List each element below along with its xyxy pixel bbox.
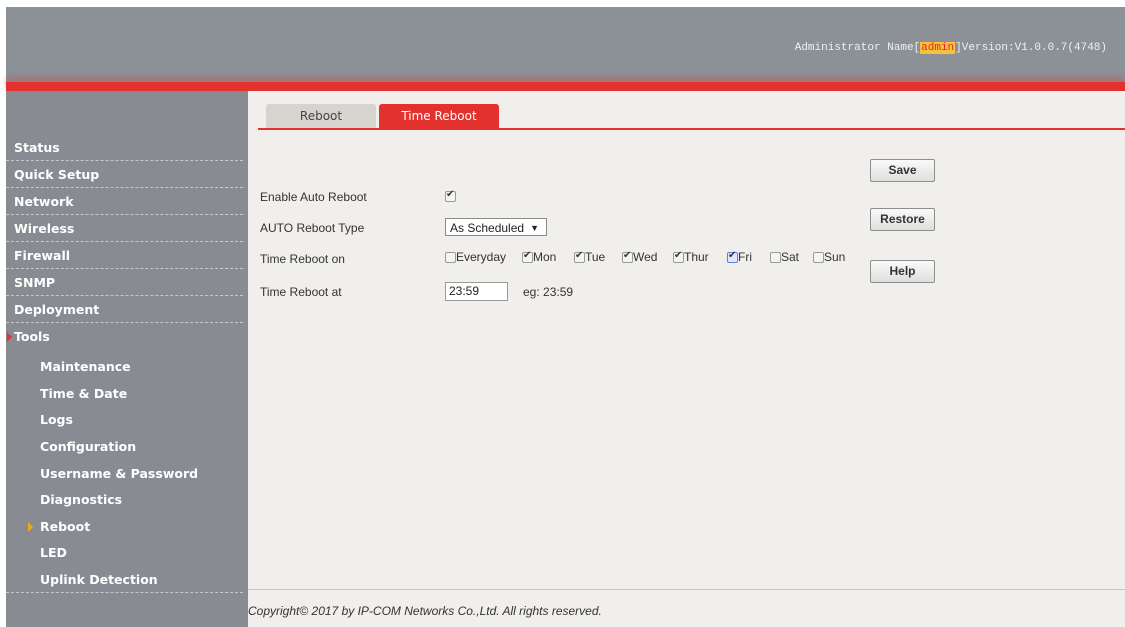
sidebar-item-label: Status [14,140,60,155]
day-label: Tue [585,250,606,264]
sidebar-item-label: Diagnostics [40,492,123,507]
sidebar-item-label: Uplink Detection [40,572,158,587]
day-sat[interactable]: Sat [770,250,799,264]
sidebar-subitem-username-password[interactable]: Username & Password [6,461,243,487]
reboot-on-label: Time Reboot on [260,252,345,266]
day-wed[interactable]: Wed [622,250,657,264]
restore-button[interactable]: Restore [870,208,935,231]
day-label: Fri [738,250,752,264]
day-label: Sat [781,250,800,264]
admin-prefix: Administrator Name[ [794,42,921,54]
main-content: Reboot Time Reboot Enable Auto Reboot AU… [248,91,1125,589]
sidebar-subitem-configuration[interactable]: Configuration [6,434,243,460]
footer: Copyright© 2017 by IP-COM Networks Co.,L… [248,590,1125,627]
day-mon[interactable]: Mon [522,250,556,264]
enable-auto-reboot-label: Enable Auto Reboot [260,190,367,204]
sidebar-item-label: Username & Password [40,466,199,481]
sun-checkbox[interactable] [813,252,824,263]
sidebar-item-label: Wireless [14,221,75,236]
sidebar-item-label: Time & Date [40,386,128,401]
copyright-text: Copyright© 2017 by IP-COM Networks Co.,L… [248,604,602,618]
thur-checkbox[interactable] [673,250,684,263]
sidebar-item-label: LED [40,545,67,560]
version-text: ]Version:V1.0.0.7(4748) [955,42,1107,54]
sidebar-item-network[interactable]: Network [6,189,243,215]
sidebar-subitem-maintenance[interactable]: Maintenance [6,354,243,380]
tab-underline [258,128,1125,130]
sidebar-subitem-led[interactable]: LED [6,540,243,566]
sat-checkbox[interactable] [770,252,781,263]
tue-checkbox[interactable] [574,250,585,263]
wed-checkbox[interactable] [622,250,633,263]
sidebar-subitem-diagnostics[interactable]: Diagnostics [6,487,243,513]
sidebar-subitem-time-date[interactable]: Time & Date [6,381,243,407]
header-info: Administrator Name[admin]Version:V1.0.0.… [795,42,1107,54]
active-arrow-icon [28,522,33,532]
sidebar-item-deployment[interactable]: Deployment [6,297,243,323]
header-accent-bar [6,82,1125,91]
day-label: Everyday [456,250,507,264]
day-label: Sun [824,250,846,264]
sidebar-item-label: Network [14,194,74,209]
sidebar-item-tools[interactable]: Tools [6,324,243,350]
sidebar-subitem-logs[interactable]: Logs [6,407,243,433]
reboot-time-input[interactable]: 23:59 [445,282,508,301]
day-tue[interactable]: Tue [574,250,605,264]
mon-checkbox[interactable] [522,250,533,263]
day-sun[interactable]: Sun [813,250,845,264]
tab-reboot[interactable]: Reboot [266,104,376,129]
day-label: Thur [684,250,709,264]
header-bar: Administrator Name[admin]Version:V1.0.0.… [6,7,1125,82]
day-everyday[interactable]: Everyday [445,250,506,264]
fri-checkbox[interactable] [727,250,738,263]
sidebar-item-label: Reboot [40,519,91,534]
sidebar-item-label: Maintenance [40,359,131,374]
sidebar-item-label: Quick Setup [14,167,100,182]
sidebar-item-wireless[interactable]: Wireless [6,216,243,242]
day-label: Mon [533,250,557,264]
dropdown-arrow-icon: ▼ [530,223,539,233]
tab-time-reboot[interactable]: Time Reboot [379,104,499,129]
sidebar-subitem-uplink-detection[interactable]: Uplink Detection [6,567,243,593]
sidebar-item-quick-setup[interactable]: Quick Setup [6,162,243,188]
sidebar-item-label: Logs [40,412,73,427]
sidebar: Status Quick Setup Network Wireless Fire… [6,91,248,627]
active-arrow-icon [7,332,12,342]
time-format-hint: eg: 23:59 [523,285,574,299]
sidebar-item-label: Configuration [40,439,137,454]
sidebar-item-firewall[interactable]: Firewall [6,243,243,269]
day-label: Wed [633,250,658,264]
reboot-type-select[interactable]: As Scheduled ▼ [445,218,547,236]
reboot-type-value: As Scheduled [450,221,525,235]
admin-name: admin [920,42,956,54]
sidebar-subitem-reboot[interactable]: Reboot [6,514,243,540]
save-button[interactable]: Save [870,159,935,182]
day-fri[interactable]: Fri [727,250,752,264]
reboot-type-label: AUTO Reboot Type [260,221,365,235]
sidebar-item-label: Tools [14,329,50,344]
enable-auto-reboot-checkbox[interactable] [445,189,456,202]
everyday-checkbox[interactable] [445,252,456,263]
sidebar-item-snmp[interactable]: SNMP [6,270,243,296]
sidebar-item-label: SNMP [14,275,56,290]
sidebar-item-label: Deployment [14,302,100,317]
help-button[interactable]: Help [870,260,935,283]
sidebar-item-status[interactable]: Status [6,135,243,161]
day-thur[interactable]: Thur [673,250,709,264]
reboot-at-label: Time Reboot at [260,285,342,299]
sidebar-item-label: Firewall [14,248,71,263]
